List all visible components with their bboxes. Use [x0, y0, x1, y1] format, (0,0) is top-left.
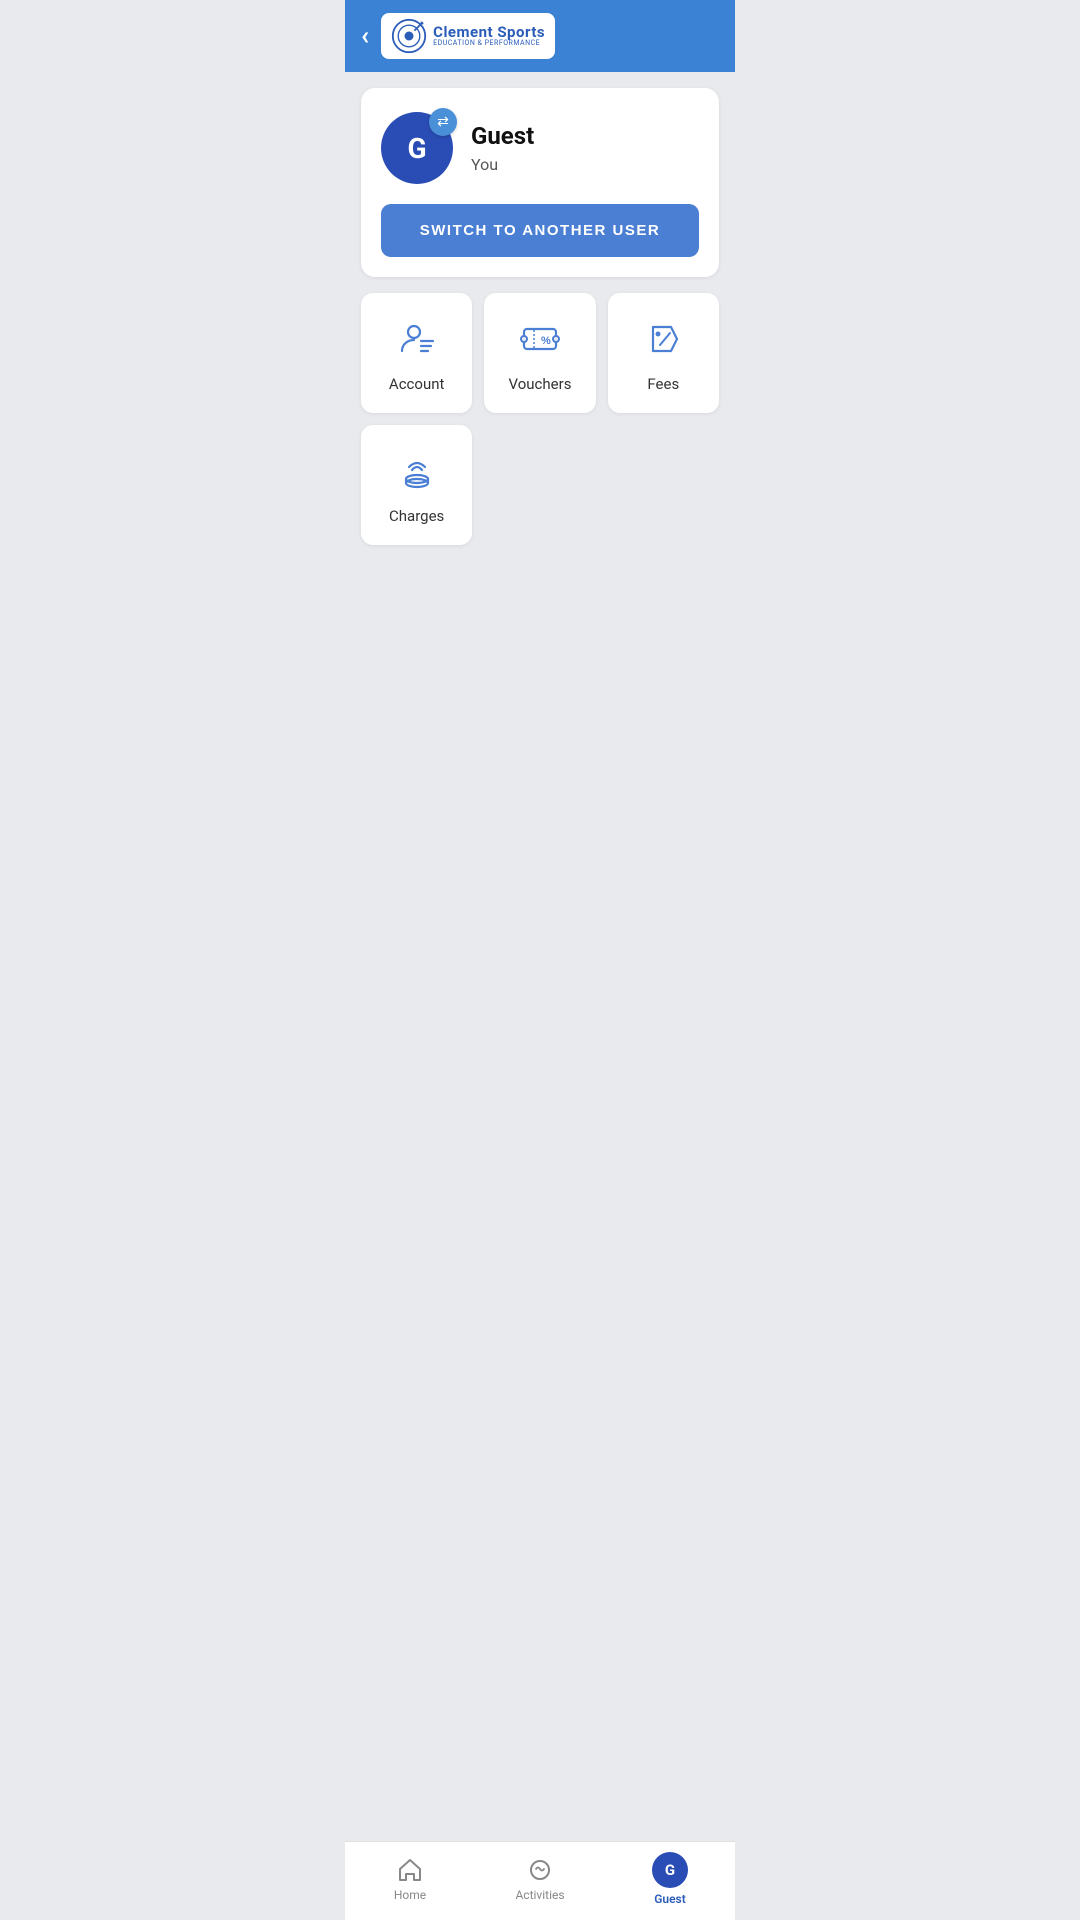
logo: Clement Sports Education & Performance: [381, 13, 555, 59]
charges-icon: [395, 449, 439, 493]
logo-brand-name: Clement Sports: [433, 24, 545, 41]
activities-icon: [526, 1856, 554, 1884]
fees-label: Fees: [647, 375, 679, 393]
user-label: You: [471, 155, 534, 174]
back-button[interactable]: ‹: [361, 23, 369, 49]
menu-card-vouchers[interactable]: % Vouchers: [484, 293, 595, 413]
nav-item-activities[interactable]: Activities: [475, 1856, 605, 1902]
vouchers-icon: %: [518, 317, 562, 361]
main-content: G ⇄ Guest You SWITCH TO ANOTHER USER: [345, 72, 735, 625]
switch-user-icon[interactable]: ⇄: [429, 108, 457, 136]
account-icon: [395, 317, 439, 361]
menu-grid-top: Account % Vouchers: [361, 293, 719, 413]
charges-label: Charges: [389, 507, 444, 525]
home-icon: [396, 1856, 424, 1884]
menu-grid-bottom: Charges: [361, 425, 719, 545]
menu-card-account[interactable]: Account: [361, 293, 472, 413]
bottom-nav: Home Activities G Guest: [345, 1841, 735, 1920]
logo-text: Clement Sports Education & Performance: [433, 24, 545, 48]
user-card: G ⇄ Guest You SWITCH TO ANOTHER USER: [361, 88, 719, 277]
switch-to-another-user-button[interactable]: SWITCH TO ANOTHER USER: [381, 204, 699, 257]
account-label: Account: [389, 375, 445, 393]
svg-text:%: %: [541, 335, 551, 347]
logo-subtitle: Education & Performance: [433, 40, 545, 48]
home-nav-label: Home: [394, 1888, 426, 1902]
header: ‹ Clement Sports Education & Performance: [345, 0, 735, 72]
user-name: Guest: [471, 122, 534, 151]
menu-card-charges[interactable]: Charges: [361, 425, 472, 545]
user-info: G ⇄ Guest You: [381, 112, 699, 184]
vouchers-label: Vouchers: [509, 375, 572, 393]
nav-item-home[interactable]: Home: [345, 1856, 475, 1902]
user-name-group: Guest You: [471, 122, 534, 174]
guest-nav-avatar: G: [652, 1852, 688, 1888]
activities-nav-label: Activities: [515, 1888, 564, 1902]
avatar-wrapper: G ⇄: [381, 112, 453, 184]
guest-nav-label: Guest: [654, 1892, 686, 1906]
logo-icon: [391, 18, 427, 54]
fees-icon: [641, 317, 685, 361]
nav-item-guest[interactable]: G Guest: [605, 1852, 735, 1906]
menu-card-fees[interactable]: Fees: [608, 293, 719, 413]
